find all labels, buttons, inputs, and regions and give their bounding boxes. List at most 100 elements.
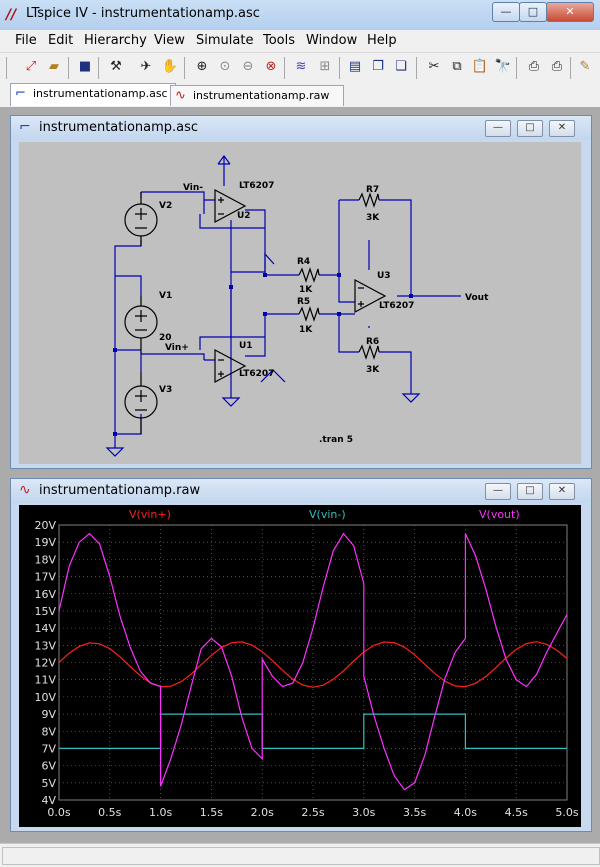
document-tab-bar: ⌐ instrumentationamp.asc ∿ instrumentati… — [0, 83, 600, 107]
x-tick-label: 1.5s — [200, 806, 223, 819]
zoom-cancel-icon[interactable]: ⊗ — [262, 58, 280, 76]
menu-hierarchy[interactable]: Hierarchy — [84, 33, 147, 48]
minimize-button[interactable]: — — [485, 120, 511, 137]
menu-simulate[interactable]: Simulate — [196, 33, 253, 48]
paste-icon[interactable]: 📋 — [471, 58, 489, 76]
menu-tools[interactable]: Tools — [263, 33, 295, 48]
print-icon[interactable]: ⎙ — [548, 58, 566, 76]
schematic-window: ⌐ instrumentationamp.asc — □ ✕ Vin- Vin+… — [10, 115, 592, 469]
tile-vertical-icon[interactable]: ❏ — [392, 58, 410, 76]
y-tick-label: 10V — [34, 691, 56, 704]
u3-model-label: LT6207 — [379, 301, 414, 311]
maximize-button[interactable]: □ — [519, 2, 547, 22]
v3-label: V3 — [159, 385, 172, 395]
toolbar-separator — [416, 57, 417, 79]
r4-label: R4 — [297, 257, 310, 267]
waveform-plot[interactable]: 4V5V6V7V8V9V10V11V12V13V14V15V16V17V18V1… — [19, 505, 581, 827]
autorange-icon[interactable]: ≋ — [292, 58, 310, 76]
schematic-window-title: instrumentationamp.asc — [39, 120, 199, 135]
zoom-pan-icon[interactable]: ⊙ — [216, 58, 234, 76]
waveform-window-title: instrumentationamp.raw — [39, 483, 201, 498]
legend-entry[interactable]: V(vout) — [479, 508, 520, 521]
maximize-button[interactable]: □ — [517, 483, 543, 500]
menu-view[interactable]: View — [154, 33, 185, 48]
schematic-icon: ⌐ — [15, 86, 26, 101]
mdi-client-area: ⌐ instrumentationamp.asc — □ ✕ Vin- Vin+… — [0, 107, 600, 843]
y-tick-label: 5V — [41, 777, 56, 790]
r5-value: 1K — [299, 325, 313, 335]
status-pane — [2, 847, 600, 865]
x-tick-label: 0.5s — [98, 806, 121, 819]
halt-icon[interactable]: ✋ — [161, 58, 179, 76]
u2-label: U2 — [237, 211, 251, 221]
waveform-window-titlebar: ∿ instrumentationamp.raw — □ ✕ — [11, 479, 591, 503]
u1-label: U1 — [239, 341, 253, 351]
cascade-icon[interactable]: ❐ — [369, 58, 387, 76]
maximize-button[interactable]: □ — [517, 120, 543, 137]
y-tick-label: 6V — [41, 760, 56, 773]
toolbar-separator — [68, 57, 69, 79]
y-tick-label: 18V — [34, 553, 56, 566]
fft-icon[interactable]: ⊞ — [316, 58, 334, 76]
close-button[interactable]: ✕ — [549, 120, 575, 137]
close-button[interactable]: ✕ — [546, 2, 594, 22]
menu-edit[interactable]: Edit — [48, 33, 73, 48]
net-label-vout: Vout — [465, 293, 489, 303]
save-icon[interactable]: ■ — [76, 58, 94, 76]
zoom-in-icon[interactable]: ⊕ — [193, 58, 211, 76]
copy-icon[interactable]: ⧉ — [448, 58, 466, 76]
open-icon[interactable]: ▰ — [45, 58, 63, 76]
x-tick-label: 3.0s — [352, 806, 375, 819]
r6-value: 3K — [366, 365, 380, 375]
menu-help[interactable]: Help — [367, 33, 397, 48]
x-tick-label: 2.5s — [301, 806, 324, 819]
tile-horizontal-icon[interactable]: ▤ — [346, 58, 364, 76]
x-tick-label: 3.5s — [403, 806, 426, 819]
v1-label: V1 — [159, 291, 172, 301]
menu-file[interactable]: File — [15, 33, 37, 48]
schematic-window-titlebar: ⌐ instrumentationamp.asc — □ ✕ — [11, 116, 591, 140]
find-icon[interactable]: 🔭 — [494, 58, 512, 76]
y-tick-label: 19V — [34, 536, 56, 549]
toolbar-separator — [184, 57, 185, 79]
minimize-button[interactable]: — — [492, 2, 520, 22]
legend-entry[interactable]: V(vin-) — [309, 508, 346, 521]
control-panel-icon[interactable]: ⚒ — [107, 58, 125, 76]
toolbar: ⤢ ▰ ■ ⚒ ✈ ✋ ⊕ ⊙ ⊖ ⊗ ≋ ⊞ ▤ ❐ ❏ ✂ ⧉ 📋 🔭 ⎙ … — [0, 52, 600, 84]
v2-label: V2 — [159, 201, 172, 211]
ltspice-icon: // — [6, 7, 17, 23]
r5-label: R5 — [297, 297, 310, 307]
toolbar-separator — [339, 57, 340, 79]
toolbar-separator — [6, 57, 7, 79]
tab-waveform[interactable]: ∿ instrumentationamp.raw — [170, 85, 344, 106]
y-tick-label: 15V — [34, 605, 56, 618]
r7-label: R7 — [366, 185, 379, 195]
tab-label: instrumentationamp.raw — [193, 89, 330, 102]
waveform-window: ∿ instrumentationamp.raw — □ ✕ 4V 5V 6V 7V 8… — [10, 478, 592, 832]
tab-schematic[interactable]: ⌐ instrumentationamp.asc — [10, 83, 176, 106]
net-label-vin-plus: Vin+ — [165, 343, 189, 353]
x-tick-label: 4.0s — [454, 806, 477, 819]
waveform-icon: ∿ — [175, 88, 186, 103]
y-tick-label: 7V — [41, 742, 56, 755]
waveform-icon: ∿ — [19, 482, 31, 498]
zoom-out-icon[interactable]: ⊖ — [239, 58, 257, 76]
menu-window[interactable]: Window — [306, 33, 357, 48]
window-title: LTspice IV - instrumentationamp.asc — [26, 6, 260, 21]
schematic-canvas[interactable]: Vin- Vin+ Vout LT6207 U2 U1 LT6207 U3 LT… — [19, 142, 581, 464]
u3-label: U3 — [377, 271, 391, 281]
close-button[interactable]: ✕ — [549, 483, 575, 500]
print-setup-icon[interactable]: ⎙ — [525, 58, 543, 76]
y-tick-label: 8V — [41, 725, 56, 738]
tab-label: instrumentationamp.asc — [33, 87, 168, 100]
x-tick-label: 2.0s — [251, 806, 274, 819]
menu-bar: File Edit Hierarchy View Simulate Tools … — [0, 30, 600, 51]
minimize-button[interactable]: — — [485, 483, 511, 500]
run-icon[interactable]: ✈ — [137, 58, 155, 76]
cut-icon[interactable]: ✂ — [425, 58, 443, 76]
edit-icon[interactable]: ✎ — [576, 58, 594, 76]
y-tick-label: 11V — [34, 674, 56, 687]
x-tick-label: 5.0s — [555, 806, 578, 819]
legend-entry[interactable]: V(vin+) — [129, 508, 171, 521]
new-schematic-icon[interactable]: ⤢ — [22, 58, 40, 76]
